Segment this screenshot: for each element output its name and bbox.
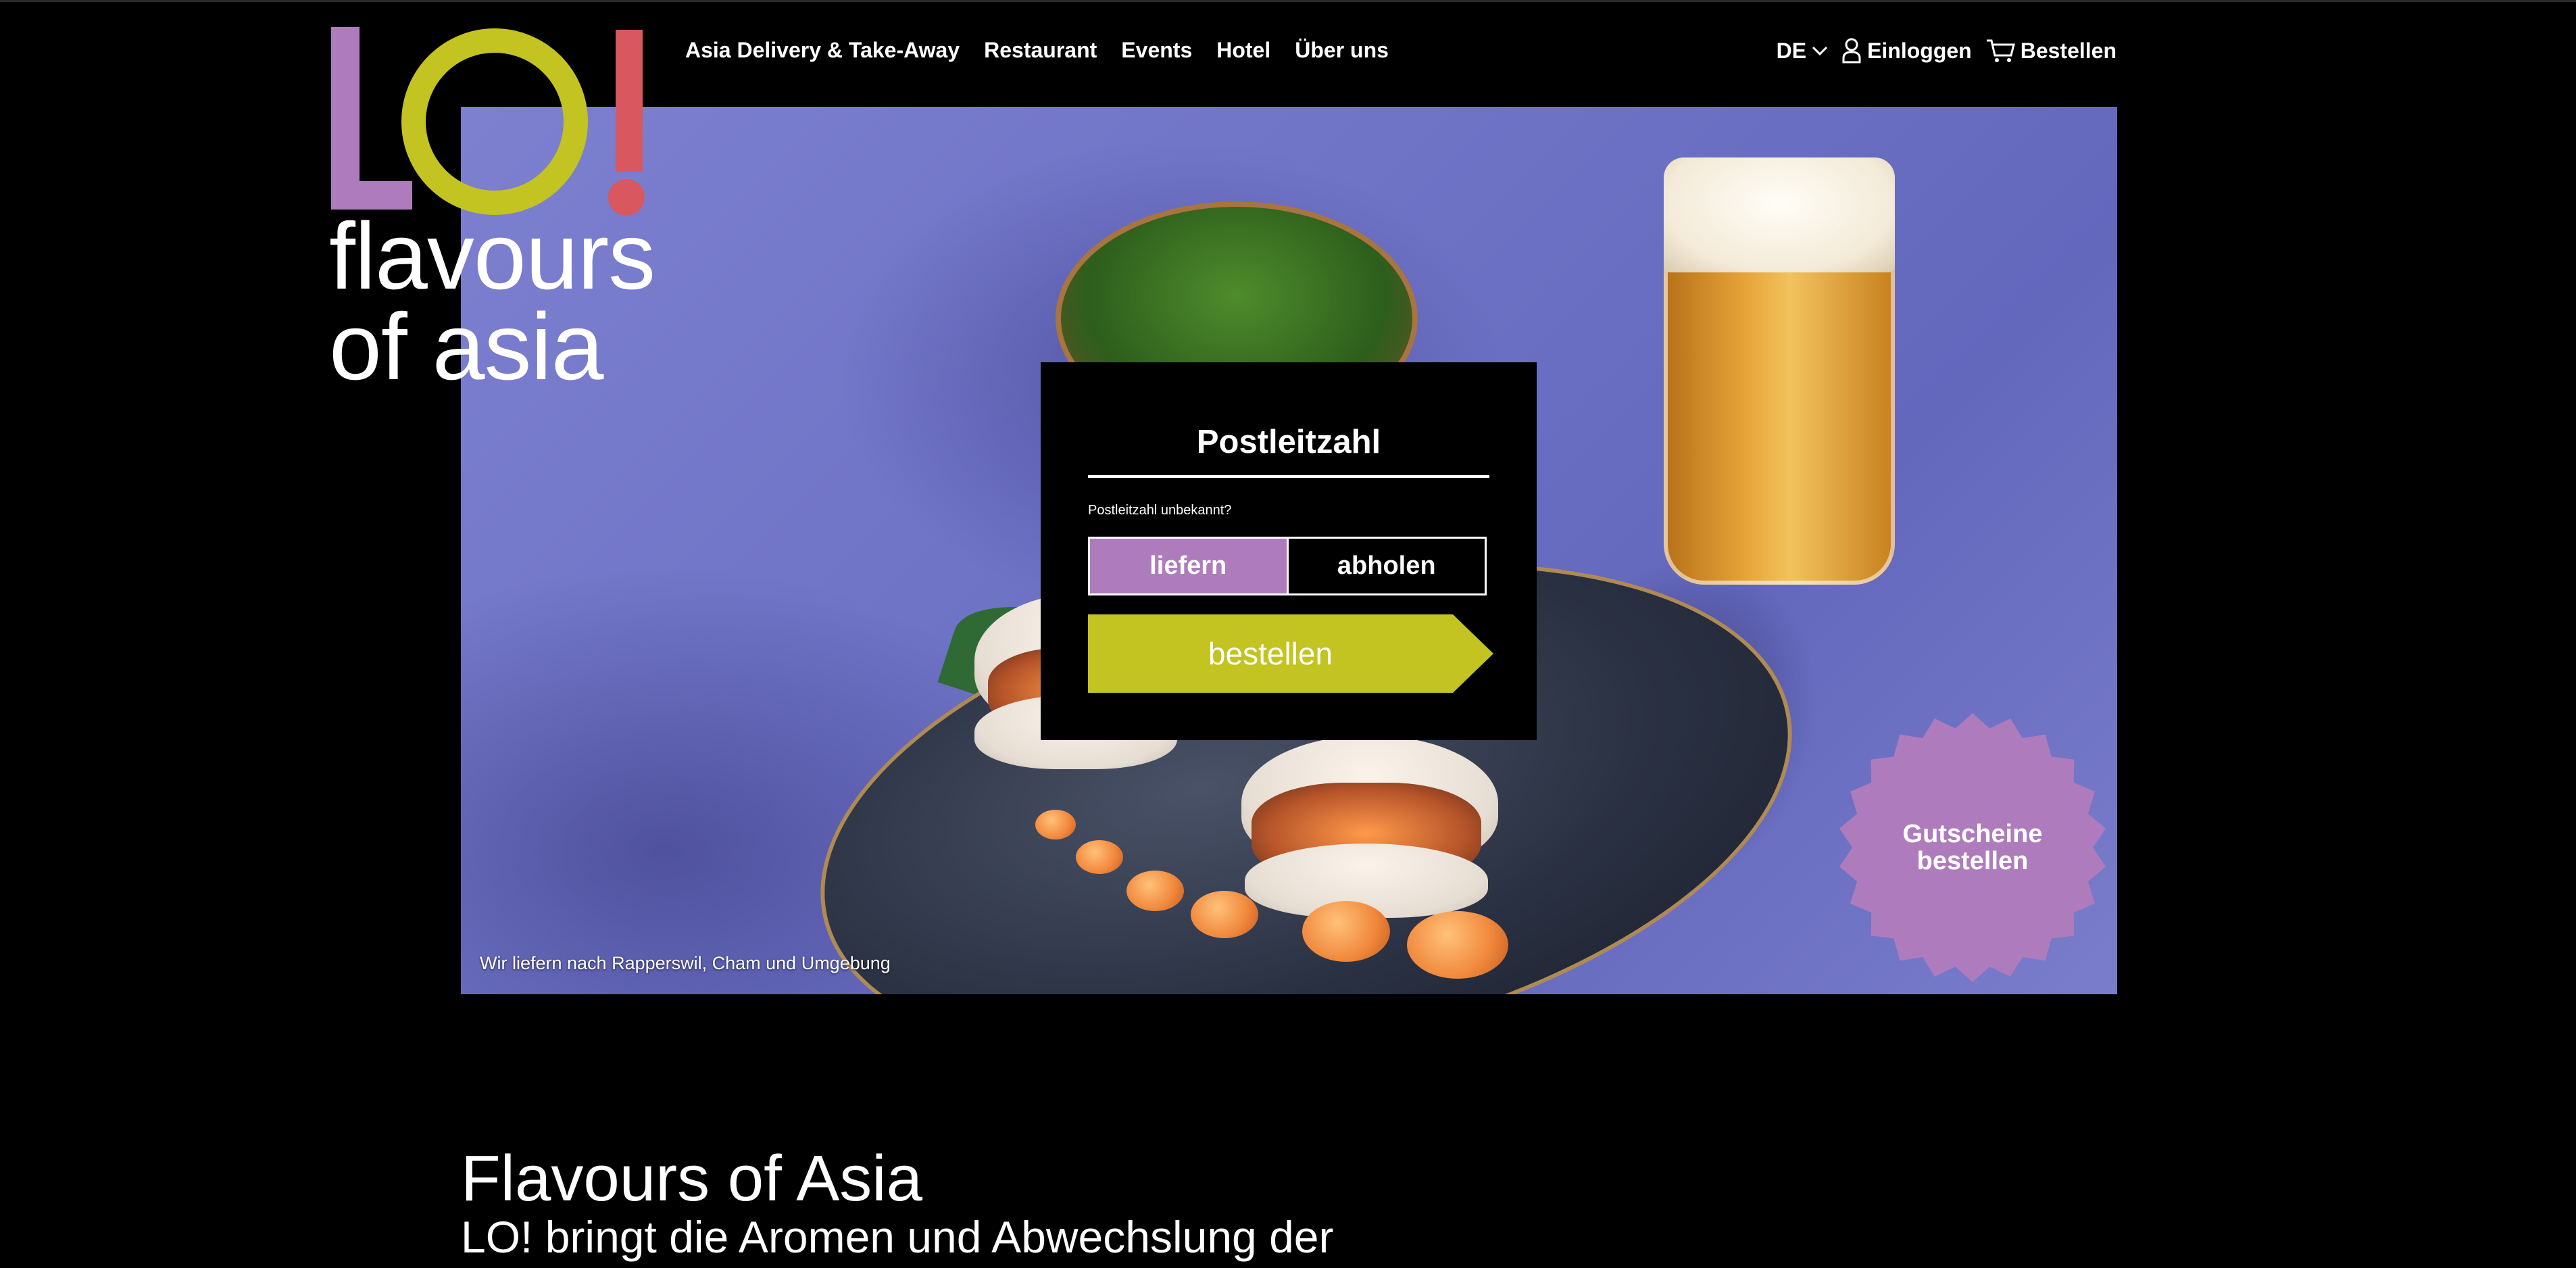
sauce-dot <box>1407 911 1508 979</box>
nav-delivery[interactable]: Asia Delivery & Take-Away <box>685 38 960 63</box>
voucher-line-1: Gutscheine <box>1902 820 2043 848</box>
zip-code-title[interactable]: Postleitzahl <box>1088 423 1489 461</box>
login-label: Einloggen <box>1867 38 1972 63</box>
language-switcher[interactable]: DE <box>1777 39 1828 64</box>
language-label: DE <box>1776 38 1807 63</box>
logo-tagline: flavours of asia <box>329 203 655 399</box>
beer-foam <box>1664 157 1895 272</box>
nav-events[interactable]: Events <box>1121 38 1192 63</box>
sauce-dot <box>1126 871 1184 911</box>
zip-unknown-link[interactable]: Postleitzahl unbekannt? <box>1088 503 1231 518</box>
section-lead: LO! bringt die Aromen und Abwechslung de… <box>461 1212 1334 1262</box>
chevron-down-icon <box>1812 46 1828 56</box>
order-submit-label: bestellen <box>1208 636 1333 671</box>
section-heading: Flavours of Asia <box>461 1142 922 1215</box>
sauce-dot <box>1191 891 1258 938</box>
brand-logo[interactable]: flavours of asia <box>329 27 694 406</box>
cart-label: Bestellen <box>2020 38 2116 63</box>
delivery-area-caption: Wir liefern nach Rapperswil, Cham und Um… <box>480 953 891 973</box>
sauce-dot <box>1076 840 1123 874</box>
voucher-line-2: bestellen <box>1916 847 2029 875</box>
delivery-mode-toggle: liefern abholen <box>1088 537 1487 595</box>
pickup-option[interactable]: abholen <box>1289 539 1485 593</box>
nav-restaurant[interactable]: Restaurant <box>984 38 1097 63</box>
zip-code-underline <box>1088 475 1489 478</box>
login-link[interactable]: Einloggen <box>1841 38 1972 64</box>
deliver-option[interactable]: liefern <box>1090 539 1289 593</box>
voucher-badge[interactable]: Gutscheine bestellen <box>1837 712 2108 983</box>
cart-link[interactable]: Bestellen <box>1985 38 2116 64</box>
cart-icon <box>1986 39 2015 62</box>
user-icon <box>1842 38 1861 64</box>
nav-hotel[interactable]: Hotel <box>1216 38 1270 63</box>
sauce-dot <box>1302 901 1390 962</box>
sauce-dot <box>1035 810 1076 839</box>
main-nav: Asia Delivery & Take-Away Restaurant Eve… <box>685 38 1389 63</box>
order-panel: Postleitzahl Postleitzahl unbekannt? lie… <box>1041 362 1537 740</box>
top-border <box>0 0 2576 2</box>
order-submit-button[interactable]: bestellen <box>1088 614 1493 693</box>
lo-logo-mark <box>331 27 645 216</box>
header-actions: DE Einloggen Bestellen <box>1777 38 2116 64</box>
nav-about[interactable]: Über uns <box>1295 38 1389 63</box>
voucher-badge-label: Gutscheine bestellen <box>1837 712 2108 983</box>
